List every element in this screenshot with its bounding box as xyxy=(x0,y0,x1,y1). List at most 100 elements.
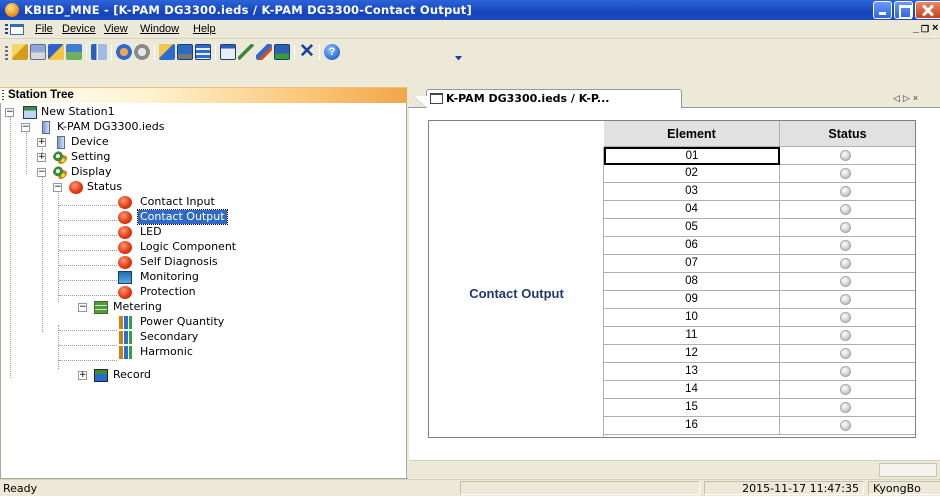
close-button[interactable] xyxy=(915,1,940,19)
menu-view[interactable]: View xyxy=(104,23,128,35)
horizontal-scrollbar[interactable] xyxy=(409,460,940,478)
table-row[interactable]: 06 xyxy=(604,237,915,255)
element-cell[interactable]: 06 xyxy=(604,237,780,255)
element-cell[interactable]: 02 xyxy=(604,165,780,183)
table-row[interactable]: 11 xyxy=(604,327,915,345)
tree-node-monitoring[interactable]: Monitoring xyxy=(1,270,261,285)
tree-node-station[interactable]: − New Station1 xyxy=(1,105,201,120)
open-icon[interactable] xyxy=(12,44,28,60)
table-row[interactable]: 13 xyxy=(604,363,915,381)
collapse-icon[interactable]: − xyxy=(78,303,87,312)
element-cell[interactable]: 04 xyxy=(604,201,780,219)
save-all-icon[interactable] xyxy=(48,44,64,60)
mdi-close-icon[interactable]: × xyxy=(932,22,938,34)
receive-icon[interactable] xyxy=(134,44,150,60)
tree-node-logic-component[interactable]: Logic Component xyxy=(1,240,261,255)
element-cell[interactable]: 08 xyxy=(604,273,780,291)
expand-icon[interactable]: + xyxy=(78,371,87,380)
table-row[interactable]: 08 xyxy=(604,273,915,291)
element-cell[interactable]: 16 xyxy=(604,417,780,435)
element-cell[interactable]: 05 xyxy=(604,219,780,237)
send-icon[interactable] xyxy=(116,44,132,60)
element-cell[interactable]: 01 xyxy=(604,147,780,165)
table-row[interactable]: 15 xyxy=(604,399,915,417)
element-cell[interactable]: 07 xyxy=(604,255,780,273)
tree-node-protection[interactable]: Protection xyxy=(1,285,261,300)
mdi-restore-icon[interactable]: ❐ xyxy=(921,24,929,35)
tree-node-contact-input[interactable]: Contact Input xyxy=(1,195,261,210)
collapse-icon[interactable]: − xyxy=(53,183,62,192)
table-row[interactable]: 16 xyxy=(604,417,915,435)
element-cell[interactable]: 14 xyxy=(604,381,780,399)
collapse-icon[interactable]: − xyxy=(5,108,14,117)
compare-icon[interactable] xyxy=(159,44,175,60)
table-row[interactable]: 10 xyxy=(604,309,915,327)
element-cell[interactable]: 09 xyxy=(604,291,780,309)
save-icon[interactable] xyxy=(30,44,46,60)
tab-ied-contact-output[interactable]: K-PAM DG3300.ieds / K-P... xyxy=(413,89,682,110)
toolbar-separator xyxy=(154,45,155,60)
tree-node-label: Device xyxy=(71,135,109,148)
tree-node-record[interactable]: + Record xyxy=(1,368,261,383)
tree-node-led[interactable]: LED xyxy=(1,225,261,240)
tree-node-contact-output[interactable]: Contact Output xyxy=(1,209,261,225)
table-row[interactable]: 05 xyxy=(604,219,915,237)
tab-scroll-arrows[interactable]: ◁▷× xyxy=(893,93,921,104)
table-row[interactable]: 07 xyxy=(604,255,915,273)
column-header-status[interactable]: Status xyxy=(780,121,915,147)
menu-device[interactable]: Device xyxy=(62,23,96,35)
element-cell[interactable]: 03 xyxy=(604,183,780,201)
close-x-icon[interactable]: ✕ xyxy=(299,42,315,61)
status-led-icon xyxy=(840,240,851,251)
table-row[interactable]: 01 xyxy=(604,147,915,165)
expand-icon[interactable]: + xyxy=(37,153,46,162)
element-cell[interactable]: 15 xyxy=(604,399,780,417)
table-row[interactable]: 03 xyxy=(604,183,915,201)
element-cell[interactable]: 13 xyxy=(604,363,780,381)
collapse-icon[interactable]: − xyxy=(21,123,30,132)
tree-node-device[interactable]: + Device xyxy=(1,135,201,150)
tree-node-power-quantity[interactable]: Power Quantity xyxy=(1,315,261,330)
wire-icon[interactable] xyxy=(238,44,254,60)
element-cell[interactable]: 10 xyxy=(604,309,780,327)
table-row[interactable]: 02 xyxy=(604,165,915,183)
minimize-button[interactable] xyxy=(873,1,892,19)
element-cell[interactable]: 12 xyxy=(604,345,780,363)
table-row[interactable]: 12 xyxy=(604,345,915,363)
connect-icon[interactable] xyxy=(91,44,107,60)
tree-node-status[interactable]: − Status xyxy=(1,180,201,195)
tree-node-metering[interactable]: − Metering xyxy=(1,300,261,315)
tree-node-secondary[interactable]: Secondary xyxy=(1,330,261,345)
column-header-element[interactable]: Element xyxy=(604,121,780,147)
table-row[interactable]: 09 xyxy=(604,291,915,309)
table-icon[interactable] xyxy=(195,44,211,60)
title-bar[interactable]: KBIED_MNE - [K-PAM DG3300.ieds / K-PAM D… xyxy=(0,0,940,20)
export-icon[interactable] xyxy=(274,44,290,60)
tree-node-setting[interactable]: + Setting xyxy=(1,150,201,165)
window-icon[interactable] xyxy=(220,44,236,60)
wire-alt-icon[interactable] xyxy=(256,44,272,60)
mdi-minimize-icon[interactable]: _ xyxy=(913,22,919,34)
toolbar-overflow-icon[interactable] xyxy=(455,56,462,60)
monitor-icon[interactable] xyxy=(177,44,193,60)
expand-icon[interactable]: + xyxy=(37,138,46,147)
window-title: KBIED_MNE - [K-PAM DG3300.ieds / K-PAM D… xyxy=(24,3,472,17)
menu-grip[interactable] xyxy=(5,24,8,35)
element-cell[interactable]: 11 xyxy=(604,327,780,345)
menu-window[interactable]: Window xyxy=(140,23,179,35)
tree-node-harmonic[interactable]: Harmonic xyxy=(1,345,261,360)
save-as-icon[interactable] xyxy=(66,44,82,60)
scrollbar-thumb[interactable] xyxy=(879,463,937,477)
collapse-icon[interactable]: − xyxy=(37,168,46,177)
table-row[interactable]: 04 xyxy=(604,201,915,219)
help-icon[interactable]: ? xyxy=(324,44,340,60)
tree-node-self-diagnosis[interactable]: Self Diagnosis xyxy=(1,255,261,270)
maximize-button[interactable] xyxy=(894,1,913,19)
document-icon[interactable] xyxy=(10,24,24,35)
table-row[interactable]: 14 xyxy=(604,381,915,399)
tree-node-ied[interactable]: − K-PAM DG3300.ieds xyxy=(1,120,201,135)
menu-file[interactable]: File xyxy=(35,23,53,35)
toolbar-grip[interactable] xyxy=(5,46,8,60)
tree-node-display[interactable]: − Display xyxy=(1,165,201,180)
menu-help[interactable]: Help xyxy=(193,23,216,35)
